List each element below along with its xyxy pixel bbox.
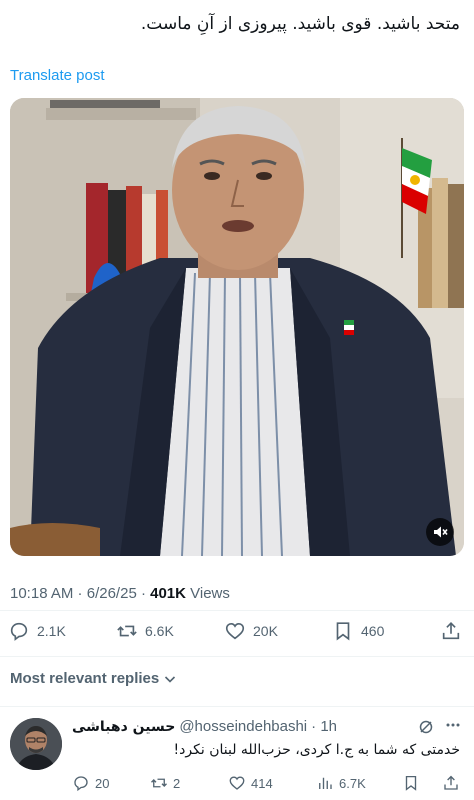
share-button[interactable] [440, 620, 462, 642]
like-count: 20K [253, 623, 278, 639]
reply-icon [10, 622, 28, 641]
chevron-down-icon [165, 675, 176, 683]
views-chart-icon [319, 777, 332, 789]
reply-text: خدمتی که شما به ج.ا کردی، حزب‌الله لبنان… [173, 742, 460, 758]
reply-icon [74, 776, 88, 792]
translate-post-link[interactable]: Translate post [10, 67, 105, 84]
reply-header: حسین دهباشی @hosseindehbashi · 1h [72, 718, 462, 735]
repost-button[interactable]: 6.6K [116, 620, 174, 642]
reply-button[interactable]: 2.1K [8, 620, 66, 642]
repost-count: 6.6K [145, 623, 174, 639]
post-text: متحد باشید. قوی باشید. پیروزی از آنِ ماس… [140, 14, 460, 34]
like-button[interactable]: 20K [224, 620, 278, 642]
mute-button[interactable] [426, 518, 454, 546]
reply-like-button[interactable]: 414 [228, 774, 273, 792]
grok-icon [419, 720, 433, 734]
bookmark-icon [336, 622, 350, 641]
meta-separator-2: · [136, 585, 151, 602]
reply-time[interactable]: · 1h [311, 718, 337, 735]
heart-icon [229, 776, 245, 790]
bookmark-count: 460 [361, 623, 385, 639]
share-icon [444, 775, 458, 790]
video-frame [10, 98, 464, 556]
repost-icon [117, 625, 137, 637]
share-icon [442, 622, 460, 640]
replies-sort-dropdown[interactable]: Most relevant replies [10, 670, 177, 687]
reply-count: 2.1K [37, 623, 66, 639]
bookmark-icon [405, 775, 417, 791]
divider [0, 610, 474, 611]
reply-reply-button[interactable]: 20 [72, 774, 109, 792]
views-count: 401K [150, 585, 186, 602]
grok-button[interactable] [418, 719, 434, 740]
post-meta: 10:18 AM · 6/26/25 · 401K Views [10, 585, 230, 602]
reply-repost-button[interactable]: 2 [150, 774, 180, 792]
meta-separator: · [73, 585, 87, 602]
reply-views-button[interactable]: 6.7K [316, 774, 366, 792]
reply-item[interactable]: حسین دهباشی @hosseindehbashi · 1h خدمتی … [0, 706, 474, 800]
volume-mute-icon [434, 526, 448, 538]
repost-icon [151, 778, 167, 788]
reply-actions: 20 2 414 6.7K [72, 774, 464, 794]
more-horizontal-icon [446, 723, 460, 727]
post-video[interactable] [10, 98, 464, 556]
divider [0, 656, 474, 657]
more-options-button[interactable] [444, 716, 462, 739]
bookmark-button[interactable]: 460 [332, 620, 384, 642]
reply-reply-count: 20 [95, 775, 110, 791]
avatar[interactable] [10, 718, 62, 770]
heart-icon [225, 623, 245, 640]
replies-sort-label: Most relevant replies [10, 670, 160, 687]
post-time[interactable]: 10:18 AM [10, 585, 73, 602]
post-actions: 2.1K 6.6K 20K 460 [8, 620, 464, 646]
reply-like-count: 414 [251, 775, 273, 791]
reply-author-name[interactable]: حسین دهباشی [72, 719, 175, 735]
reply-author-handle[interactable]: @hosseindehbashi [179, 718, 307, 735]
reply-repost-count: 2 [173, 775, 181, 791]
reply-share-button[interactable] [442, 774, 460, 792]
views-label: Views [185, 585, 230, 602]
reply-bookmark-button[interactable] [402, 774, 420, 792]
avatar-image [10, 718, 62, 770]
reply-views-count: 6.7K [339, 775, 366, 791]
post-date[interactable]: 6/26/25 [87, 585, 137, 602]
